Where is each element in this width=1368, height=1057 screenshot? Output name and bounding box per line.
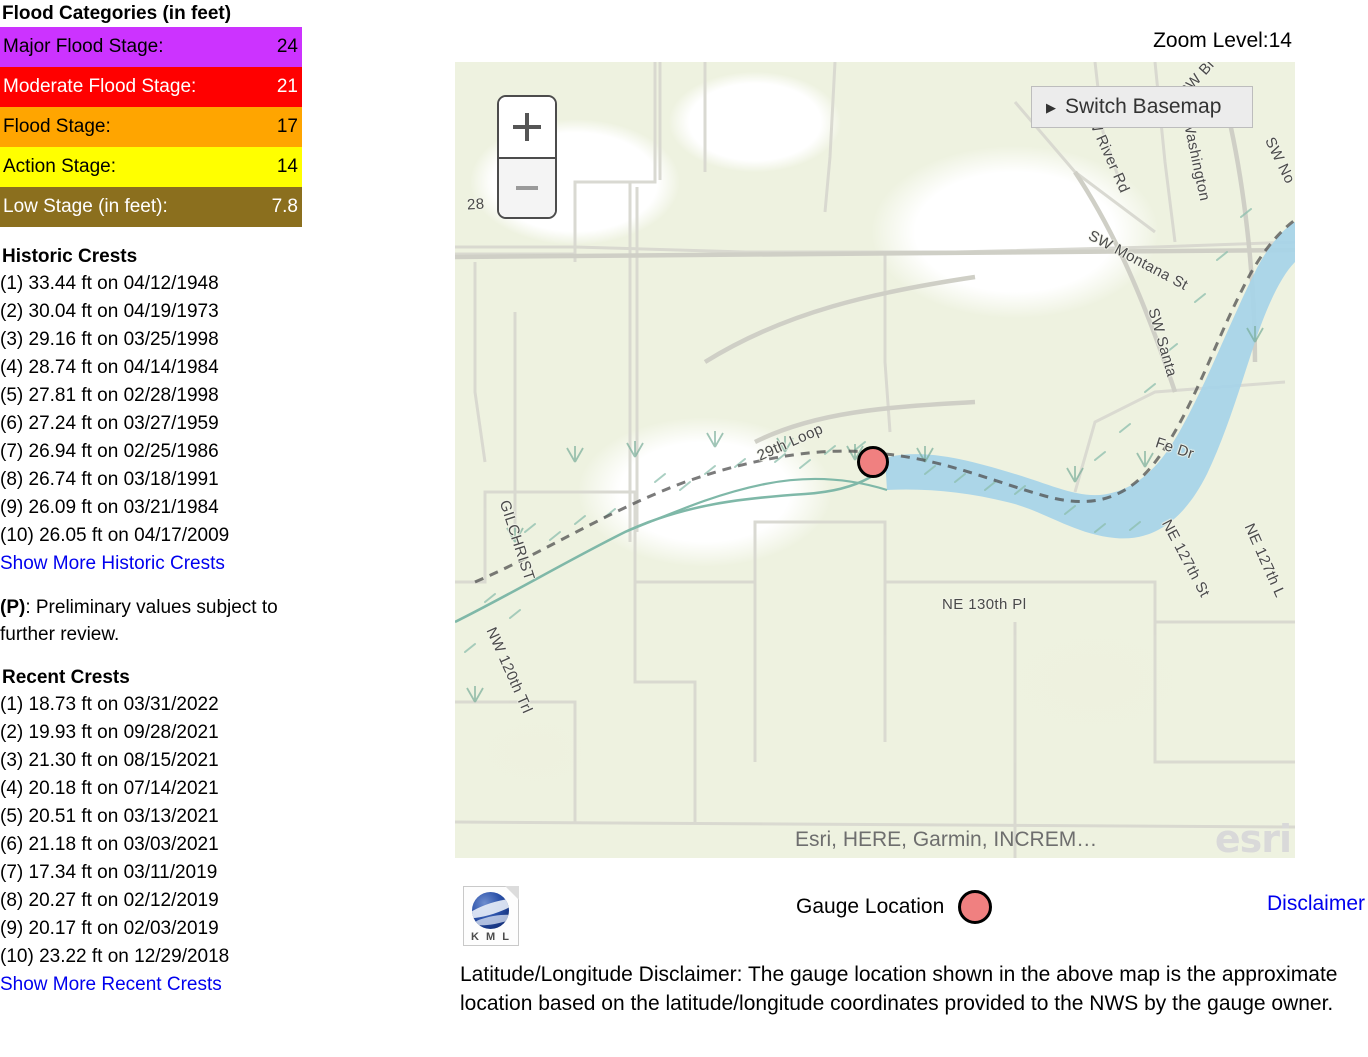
- map-section: Zoom Level:14 28 SW River Rd Washington …: [455, 0, 1368, 1057]
- crest-list-item: (1) 18.73 ft on 03/31/2022: [0, 694, 219, 715]
- flood-categories-table: Major Flood Stage: 24 Moderate Flood Stage…: [0, 27, 302, 227]
- crest-list-item: (4) 28.74 ft on 04/14/1984: [0, 357, 219, 378]
- crest-list-item: (5) 27.81 ft on 02/28/1998: [0, 385, 219, 406]
- crest-list-item: (8) 26.74 ft on 03/18/1991: [0, 469, 219, 490]
- gauge-location-label: Gauge Location: [796, 895, 945, 918]
- preliminary-text: : Preliminary values subject to further …: [0, 597, 278, 645]
- recent-crests-list: (1) 18.73 ft on 03/31/2022 (2) 19.93 ft o…: [0, 691, 302, 971]
- flood-category-label: Flood Stage:: [3, 116, 111, 137]
- flood-category-label: Moderate Flood Stage:: [3, 76, 197, 97]
- latitude-longitude-disclaimer-text: Latitude/Longitude Disclaimer: The gauge…: [460, 963, 1338, 1015]
- crest-list-item: (8) 20.27 ft on 02/12/2019: [0, 890, 219, 911]
- disclaimer-link[interactable]: Disclaimer: [1267, 892, 1365, 916]
- kml-download-icon[interactable]: K M L: [463, 886, 519, 946]
- crest-list-item: (2) 19.93 ft on 09/28/2021: [0, 722, 219, 743]
- flood-category-value: 24: [276, 36, 298, 57]
- zoom-out-button[interactable]: [499, 157, 555, 217]
- show-more-historic-crests-link[interactable]: Show More Historic Crests: [0, 550, 302, 578]
- flood-category-value: 17: [276, 116, 298, 137]
- crest-list-item: (10) 23.22 ft on 12/29/2018: [0, 946, 230, 967]
- crest-list-item: (7) 26.94 ft on 02/25/1986: [0, 441, 219, 462]
- crest-list-item: (2) 30.04 ft on 04/19/1973: [0, 301, 219, 322]
- crest-list-item: (1) 33.44 ft on 04/12/1948: [0, 273, 219, 294]
- flood-category-row: Moderate Flood Stage: 21: [0, 67, 302, 107]
- flood-category-row: Low Stage (in feet): 7.8: [0, 187, 302, 227]
- crest-list-item: (9) 26.09 ft on 03/21/1984: [0, 497, 219, 518]
- gauge-location-marker[interactable]: [857, 446, 889, 478]
- esri-logo: esri: [1214, 817, 1292, 858]
- plus-icon: [513, 113, 541, 141]
- flood-category-label: Major Flood Stage:: [3, 36, 164, 57]
- recent-crests-heading: Recent Crests: [2, 667, 130, 688]
- flood-category-row: Action Stage: 14: [0, 147, 302, 187]
- kml-label: K M L: [471, 931, 511, 943]
- kml-page-fold: [505, 886, 519, 900]
- flood-category-row: Flood Stage: 17: [0, 107, 302, 147]
- chevron-right-icon: ▶: [1046, 99, 1056, 115]
- crest-list-item: (6) 21.18 ft on 03/03/2021: [0, 834, 219, 855]
- gauge-location-legend-dot: [958, 890, 993, 924]
- historic-crests-list: (1) 33.44 ft on 04/12/1948 (2) 30.04 ft o…: [0, 270, 302, 550]
- zoom-control[interactable]: [497, 95, 557, 219]
- switch-basemap-label: Switch Basemap: [1065, 95, 1222, 118]
- crest-list-item: (10) 26.05 ft on 04/17/2009: [0, 525, 230, 546]
- map-legend-row: K M L Gauge Location Disclaimer: [455, 880, 1368, 946]
- crest-list-item: (3) 29.16 ft on 03/25/1998: [0, 329, 219, 350]
- historic-crests-heading: Historic Crests: [2, 246, 138, 267]
- show-more-recent-crests-link[interactable]: Show More Recent Crests: [0, 971, 302, 999]
- preliminary-prefix: (P): [0, 597, 26, 618]
- flood-category-label: Action Stage:: [3, 156, 117, 177]
- google-earth-globe-icon: [472, 892, 509, 929]
- minus-icon: [516, 186, 538, 190]
- flood-category-label: Low Stage (in feet):: [3, 196, 168, 217]
- flood-categories-rows: Major Flood Stage: 24 Moderate Flood Stage…: [0, 27, 302, 227]
- crest-list-item: (9) 20.17 ft on 02/03/2019: [0, 918, 219, 939]
- map-canvas[interactable]: 28 SW River Rd Washington SW Montana St …: [455, 62, 1295, 858]
- info-sidebar: Flood Categories (in feet) Major Flood S…: [0, 0, 302, 1057]
- gauge-location-legend: Gauge Location: [796, 890, 993, 924]
- flood-categories-heading: Flood Categories (in feet): [2, 3, 232, 24]
- preliminary-values-note: (P): Preliminary values subject to furth…: [0, 594, 290, 648]
- crest-list-item: (6) 27.24 ft on 03/27/1959: [0, 413, 219, 434]
- crest-list-item: (3) 21.30 ft on 08/15/2021: [0, 750, 219, 771]
- map-attribution-text: Esri, HERE, Garmin, INCREM…: [795, 828, 1098, 851]
- flood-category-row: Major Flood Stage: 24: [0, 27, 302, 67]
- flood-category-value: 7.8: [271, 196, 298, 217]
- river-polygon: [885, 222, 1295, 539]
- zoom-level-indicator: Zoom Level:14: [1153, 29, 1292, 52]
- switch-basemap-button[interactable]: ▶ Switch Basemap: [1031, 86, 1253, 128]
- zoom-in-button[interactable]: [499, 97, 555, 157]
- flood-category-value: 14: [276, 156, 298, 177]
- crest-list-item: (4) 20.18 ft on 07/14/2021: [0, 778, 219, 799]
- basemap-viewport[interactable]: 28 SW River Rd Washington SW Montana St …: [455, 62, 1295, 858]
- crest-list-item: (7) 17.34 ft on 03/11/2019: [0, 862, 218, 883]
- crest-list-item: (5) 20.51 ft on 03/13/2021: [0, 806, 219, 827]
